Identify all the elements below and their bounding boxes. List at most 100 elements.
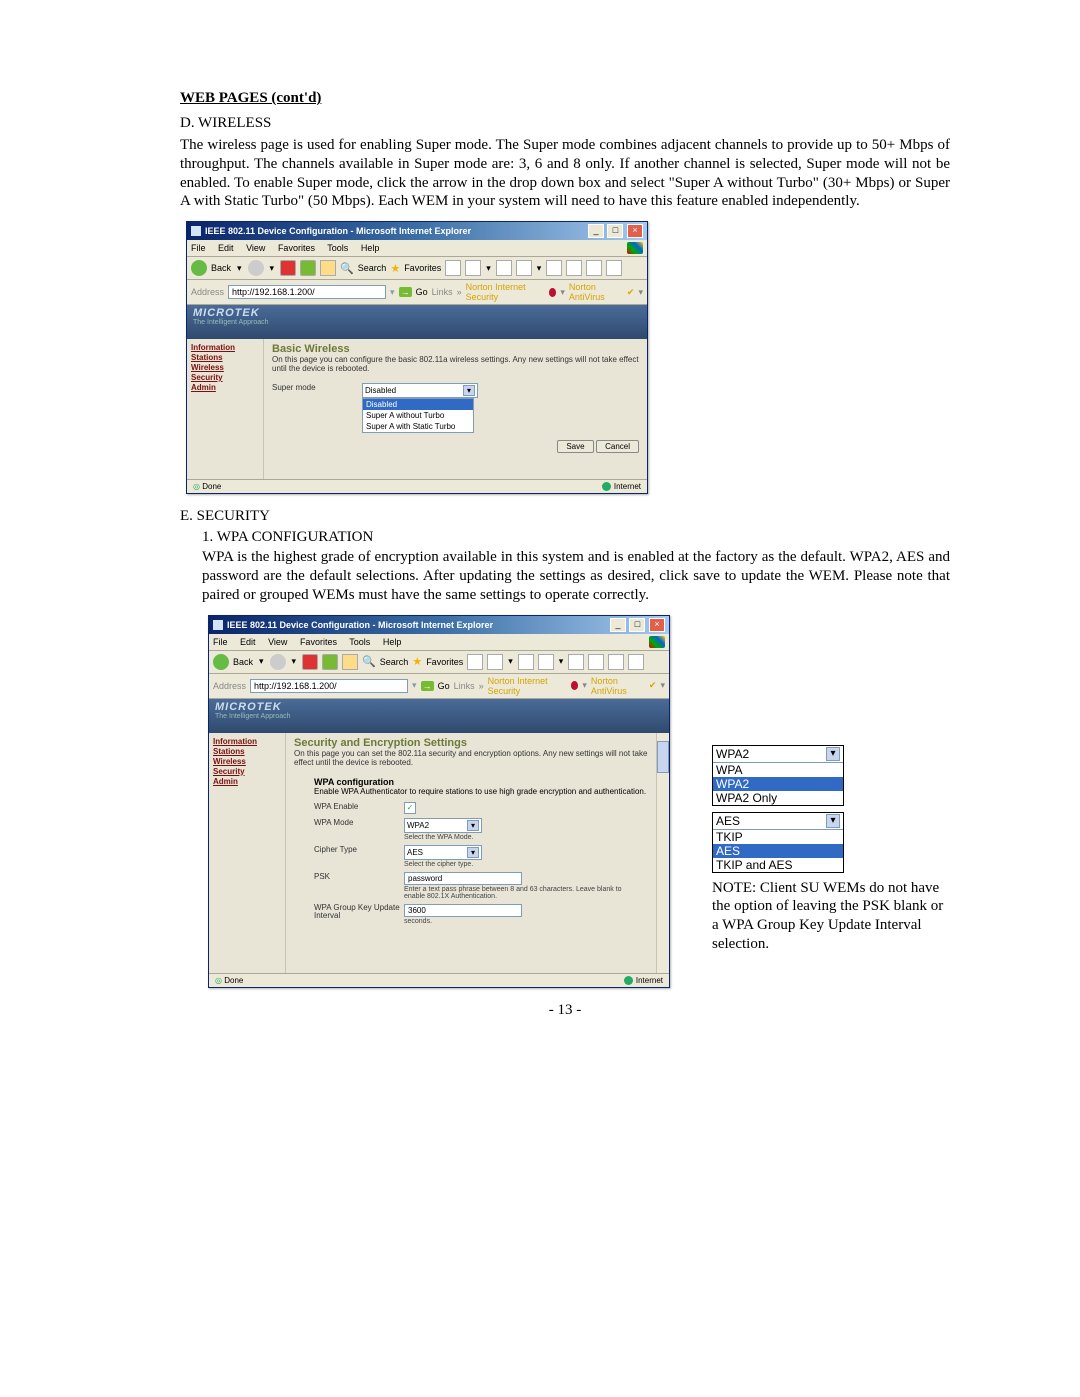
discuss-icon[interactable] (546, 260, 562, 276)
callout-wpamode-opt-wpa2[interactable]: WPA2 (713, 777, 843, 791)
home-icon[interactable] (320, 260, 336, 276)
chevron-down-icon[interactable]: ▾ (463, 385, 475, 396)
back-icon[interactable] (191, 260, 207, 276)
edit-icon[interactable] (516, 260, 532, 276)
search-label[interactable]: Search (358, 263, 387, 273)
wpa-mode-dropdown[interactable]: WPA2 ▾ (404, 818, 482, 833)
close-button[interactable]: × (627, 224, 643, 238)
menu-edit[interactable]: Edit (218, 243, 234, 253)
psk-input[interactable]: password (404, 872, 522, 885)
favorites-label[interactable]: Favorites (404, 263, 441, 273)
minimize-button[interactable]: _ (588, 224, 604, 238)
refresh-icon[interactable] (322, 654, 338, 670)
print-icon[interactable] (518, 654, 534, 670)
minimize-button[interactable]: _ (610, 618, 626, 632)
stop-icon[interactable] (302, 654, 318, 670)
callout-cipher-opt-aes[interactable]: AES (713, 844, 843, 858)
chevron-down-icon[interactable]: ▾ (826, 814, 840, 828)
wpa-enable-checkbox[interactable]: ✓ (404, 802, 416, 814)
supermode-opt-disabled[interactable]: Disabled (363, 399, 473, 410)
chevron-down-icon[interactable]: ▾ (467, 820, 479, 831)
mail-icon[interactable] (487, 654, 503, 670)
refresh-icon[interactable] (300, 260, 316, 276)
norton-antivirus-label[interactable]: Norton AntiVirus (569, 282, 623, 302)
search-icon[interactable]: 🔍 (340, 262, 354, 275)
callout-cipher-opt-tkipaes[interactable]: TKIP and AES (713, 858, 843, 872)
menu-view[interactable]: View (246, 243, 265, 253)
extra-icon-1[interactable] (586, 260, 602, 276)
search-icon[interactable]: 🔍 (362, 655, 376, 668)
menu-view[interactable]: View (268, 637, 287, 647)
supermode-dropdown[interactable]: Disabled ▾ (362, 383, 478, 398)
menu-favorites[interactable]: Favorites (278, 243, 315, 253)
menu-help[interactable]: Help (361, 243, 380, 253)
links-label[interactable]: Links (454, 681, 475, 691)
menu-favorites[interactable]: Favorites (300, 637, 337, 647)
cipher-dropdown[interactable]: AES ▾ (404, 845, 482, 860)
callout-wpamode-opt-wpa[interactable]: WPA (713, 763, 843, 777)
links-label[interactable]: Links (432, 287, 453, 297)
supermode-opt-noturbo[interactable]: Super A without Turbo (363, 410, 473, 421)
forward-icon[interactable] (248, 260, 264, 276)
scrollbar[interactable] (656, 733, 669, 973)
maximize-button[interactable]: □ (629, 618, 645, 632)
norton-security-label[interactable]: Norton Internet Security (488, 676, 567, 696)
history-icon[interactable] (445, 260, 461, 276)
sidebar-item-security[interactable]: Security (213, 767, 281, 776)
extra-icon-1[interactable] (608, 654, 624, 670)
sidebar-item-admin[interactable]: Admin (213, 777, 281, 786)
go-label[interactable]: Go (438, 681, 450, 691)
home-icon[interactable] (342, 654, 358, 670)
maximize-button[interactable]: □ (607, 224, 623, 238)
menu-tools[interactable]: Tools (349, 637, 370, 647)
sidebar-item-stations[interactable]: Stations (191, 353, 259, 362)
back-label[interactable]: Back (233, 657, 253, 667)
menu-tools[interactable]: Tools (327, 243, 348, 253)
mail-icon[interactable] (465, 260, 481, 276)
menu-file[interactable]: File (213, 637, 228, 647)
norton-security-label[interactable]: Norton Internet Security (466, 282, 545, 302)
go-button[interactable]: → (399, 287, 412, 297)
sidebar-item-information[interactable]: Information (191, 343, 259, 352)
messenger-icon[interactable] (588, 654, 604, 670)
save-button[interactable]: Save (557, 440, 593, 453)
extra-icon-2[interactable] (628, 654, 644, 670)
history-icon[interactable] (467, 654, 483, 670)
print-icon[interactable] (496, 260, 512, 276)
menu-edit[interactable]: Edit (240, 637, 256, 647)
sidebar-item-admin[interactable]: Admin (191, 383, 259, 392)
callout-wpamode-opt-wpa2only[interactable]: WPA2 Only (713, 791, 843, 805)
favorites-icon[interactable]: ★ (390, 262, 400, 275)
address-input[interactable]: http://192.168.1.200/ (250, 679, 408, 693)
go-label[interactable]: Go (416, 287, 428, 297)
supermode-opt-static[interactable]: Super A with Static Turbo (363, 421, 473, 432)
norton-antivirus-label[interactable]: Norton AntiVirus (591, 676, 645, 696)
sidebar-item-stations[interactable]: Stations (213, 747, 281, 756)
address-input[interactable]: http://192.168.1.200/ (228, 285, 386, 299)
back-label[interactable]: Back (211, 263, 231, 273)
search-label[interactable]: Search (380, 657, 409, 667)
back-icon[interactable] (213, 654, 229, 670)
groupkey-input[interactable]: 3600 (404, 904, 522, 917)
messenger-icon[interactable] (566, 260, 582, 276)
callout-cipher-opt-tkip[interactable]: TKIP (713, 830, 843, 844)
favorites-icon[interactable]: ★ (412, 655, 422, 668)
discuss-icon[interactable] (568, 654, 584, 670)
sidebar-item-information[interactable]: Information (213, 737, 281, 746)
close-button[interactable]: × (649, 618, 665, 632)
sidebar-item-security[interactable]: Security (191, 373, 259, 382)
go-button[interactable]: → (421, 681, 434, 691)
stop-icon[interactable] (280, 260, 296, 276)
forward-icon[interactable] (270, 654, 286, 670)
cancel-button[interactable]: Cancel (596, 440, 639, 453)
menu-file[interactable]: File (191, 243, 206, 253)
scrollbar-thumb[interactable] (657, 741, 669, 773)
sidebar-item-wireless[interactable]: Wireless (213, 757, 281, 766)
edit-icon[interactable] (538, 654, 554, 670)
sidebar-item-wireless[interactable]: Wireless (191, 363, 259, 372)
extra-icon-2[interactable] (606, 260, 622, 276)
chevron-down-icon[interactable]: ▾ (467, 847, 479, 858)
favorites-label[interactable]: Favorites (426, 657, 463, 667)
chevron-down-icon[interactable]: ▾ (826, 747, 840, 761)
menu-help[interactable]: Help (383, 637, 402, 647)
